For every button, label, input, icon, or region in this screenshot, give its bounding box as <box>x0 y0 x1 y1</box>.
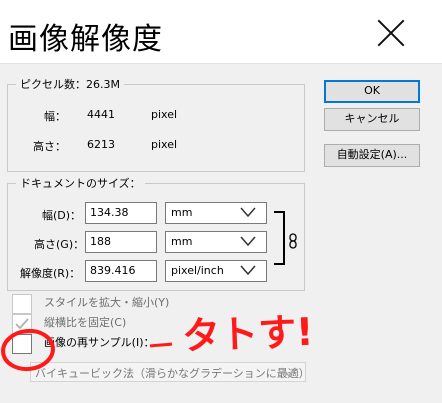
doc-resolution-input[interactable]: 839.416 <box>85 260 157 282</box>
chevron-down-icon <box>240 236 256 247</box>
doc-height-input[interactable]: 188 <box>85 231 157 253</box>
pixel-height-value: 6213 <box>87 138 115 151</box>
doc-height-label: 高さ(G)： <box>34 238 85 251</box>
auto-button[interactable]: 自動設定(A)... <box>324 144 420 167</box>
chain-link-icon[interactable] <box>288 233 298 249</box>
pixel-dimensions-legend: ピクセル数：26.3M <box>20 78 120 91</box>
pixel-width-unit: pixel <box>151 108 178 121</box>
doc-width-unit-value: mm <box>171 206 193 219</box>
chevron-down-icon <box>240 207 256 218</box>
pixel-height-label: 高さ： <box>33 140 66 153</box>
image-size-dialog: 画像解像度 ピクセル数：26.3M 幅： 4441 pixel 高さ： 6213… <box>0 0 442 403</box>
doc-width-unit-select[interactable]: mm <box>165 202 267 224</box>
doc-width-input[interactable]: 134.38 <box>85 202 157 224</box>
close-icon[interactable] <box>376 18 406 48</box>
doc-height-unit-select[interactable]: mm <box>165 231 267 253</box>
pixel-width-value: 4441 <box>87 108 115 121</box>
doc-resolution-label: 解像度(R)： <box>20 267 81 280</box>
title-bar: 画像解像度 <box>0 0 442 64</box>
cancel-button[interactable]: キャンセル <box>324 108 420 131</box>
dialog-title: 画像解像度 <box>8 22 163 57</box>
scale-styles-checkbox[interactable] <box>12 294 32 314</box>
pixel-width-label: 幅： <box>44 110 66 123</box>
annotation-text: タトす! <box>181 309 315 359</box>
pixel-dimensions-group: ピクセル数：26.3M <box>7 76 305 172</box>
pixel-height-unit: pixel <box>151 138 178 151</box>
doc-width-label: 幅(D)： <box>42 209 82 222</box>
chevron-down-icon <box>240 265 256 276</box>
doc-height-unit-value: mm <box>171 235 193 248</box>
ok-button[interactable]: OK <box>324 80 420 103</box>
doc-resolution-unit-value: pixel/inch <box>171 264 224 277</box>
doc-resolution-unit-select[interactable]: pixel/inch <box>165 260 267 282</box>
scale-styles-label: スタイルを拡大・縮小(Y) <box>44 296 170 309</box>
document-size-legend: ドキュメントのサイズ： <box>20 177 141 190</box>
